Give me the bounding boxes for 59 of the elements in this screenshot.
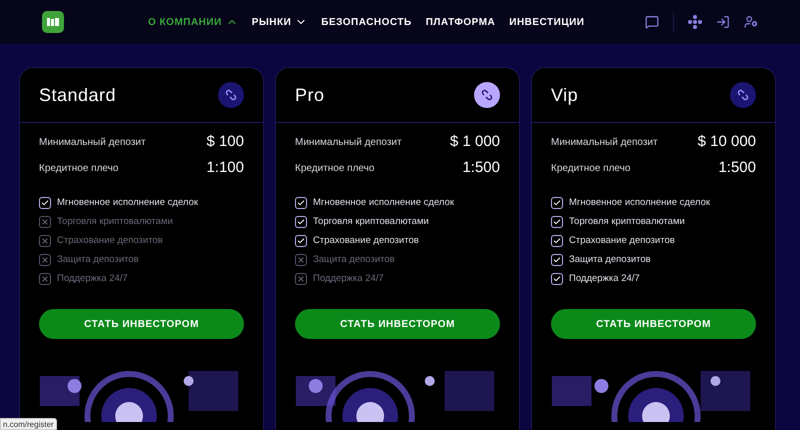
feature-label: Защита депозитов [57,252,139,267]
feature-label: Поддержка 24/7 [569,272,640,286]
cross-icon [39,254,51,266]
check-icon [295,235,307,247]
plan-value: 1:500 [718,158,756,178]
check-icon [295,216,307,228]
feature-label: Мгновенное исполнение сделок [57,196,198,210]
feature-label: Торговля криптовалютами [57,214,173,229]
cross-icon [39,235,51,247]
feature-label: Страхование депозитов [313,234,419,248]
check-icon [295,197,307,209]
nav-link[interactable]: ПЛАТФОРМА [426,14,496,30]
plan-label: Кредитное плечо [551,162,630,176]
become-investor-button[interactable]: СТАТЬ ИНВЕСТОРОМ [295,309,500,339]
feature-label: Поддержка 24/7 [57,272,128,286]
check-icon [551,216,563,228]
become-investor-button[interactable]: СТАТЬ ИНВЕСТОРОМ [551,309,756,339]
plan-title: Vip [551,84,578,107]
check-icon [551,273,563,285]
check-icon [39,197,51,209]
plan-label: Минимальный депозит [295,136,402,150]
feature-label: Мгновенное исполнение сделок [569,196,710,210]
become-investor-button[interactable]: СТАТЬ ИНВЕСТОРОМ [39,309,244,339]
feature-label: Защита депозитов [569,252,651,267]
plan-label: Минимальный депозит [551,136,658,150]
plan-value: 1:100 [206,158,244,178]
feature-label: Поддержка 24/7 [313,272,384,286]
login-icon[interactable] [716,15,730,29]
logo-icon[interactable] [42,11,64,33]
nav-link[interactable]: РЫНКИ [252,14,308,30]
plan-value: 1:500 [462,158,500,178]
check-icon [551,254,563,266]
plan-title: Standard [39,84,116,106]
link-url-tooltip: n.com/register [0,418,57,430]
plan-label: Кредитное плечо [39,162,118,176]
cross-icon [39,216,51,228]
cross-icon [295,254,307,266]
plan-value: $ 10 000 [698,132,756,152]
user-settings-icon[interactable] [744,15,758,29]
feature-label: Мгновенное исполнение сделок [313,196,454,210]
check-icon [551,235,563,247]
feature-label: Страхование депозитов [569,234,675,248]
cross-icon [39,273,51,285]
feature-label: Страхование депозитов [57,234,163,248]
feature-label: Защита депозитов [313,252,395,267]
plan-label: Кредитное плечо [295,162,374,176]
plan-value: $ 1 000 [450,132,500,152]
plan-label: Минимальный депозит [39,136,146,150]
feature-label: Торговля криптовалютами [569,214,685,229]
cross-icon [295,273,307,285]
feature-label: Торговля криптовалютами [313,214,429,229]
check-icon [551,197,563,209]
plan-value: $ 100 [206,132,244,152]
nav-link[interactable]: БЕЗОПАСНОСТЬ [321,14,412,30]
chat-icon[interactable] [645,15,659,29]
nav-link[interactable]: О КОМПАНИИ [148,14,238,30]
grid-icon[interactable] [688,15,702,29]
nav-link[interactable]: ИНВЕСТИЦИИ [509,14,584,30]
plan-title: Pro [295,84,325,106]
